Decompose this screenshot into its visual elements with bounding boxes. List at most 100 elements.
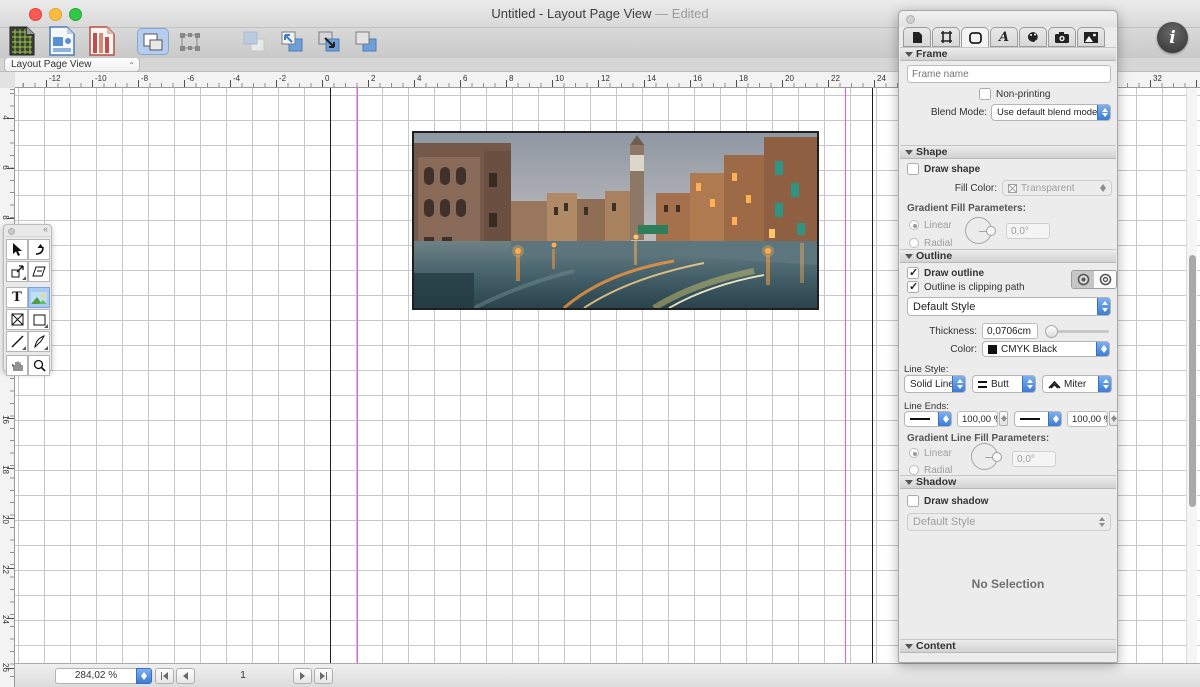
palette-collapse-button[interactable]: « — [43, 224, 48, 234]
line-style-dropdown[interactable]: Solid Line — [904, 375, 966, 393]
draw-shadow-checkbox[interactable] — [907, 495, 919, 507]
rectangle-tool[interactable] — [28, 309, 50, 330]
line-end-dropdown[interactable] — [1014, 411, 1062, 427]
bring-to-front-icon[interactable] — [276, 28, 308, 55]
gradient-radial-radio[interactable] — [909, 238, 919, 248]
gradient-angle-field[interactable]: 0,0° — [1006, 223, 1050, 239]
gradient-line-angle-dial[interactable] — [971, 443, 998, 470]
tagged-document-icon[interactable] — [88, 25, 116, 62]
image-tool[interactable] — [28, 287, 50, 308]
shear-tool[interactable] — [28, 261, 50, 282]
section-header-outline[interactable]: Outline — [900, 249, 1116, 263]
tool-palette[interactable]: « T — [3, 224, 52, 372]
pan-tool[interactable] — [6, 355, 28, 376]
placed-image-venice[interactable] — [412, 131, 819, 310]
tab-text[interactable]: A — [990, 27, 1018, 47]
h-ruler-label: -10 — [95, 74, 107, 83]
zoom-level-field[interactable]: 284,02 % — [55, 668, 137, 684]
shadow-section-title: Shadow — [916, 476, 956, 488]
section-header-content[interactable]: Content — [900, 639, 1116, 653]
gradient-line-angle-field[interactable]: 0,0° — [1012, 451, 1056, 467]
gradient-line-radial-radio[interactable] — [909, 465, 919, 475]
scale-tool[interactable] — [6, 261, 28, 282]
line-end-percent-field[interactable]: 100,00 % — [1067, 411, 1108, 427]
frame-tool[interactable] — [6, 309, 28, 330]
outline-style-dropdown[interactable]: Default Style — [907, 297, 1111, 316]
line-start-percent-stepper[interactable] — [999, 411, 1008, 426]
section-header-frame[interactable]: Frame — [900, 47, 1116, 61]
draw-shape-checkbox[interactable] — [907, 163, 919, 175]
edit-handles-button[interactable] — [174, 28, 206, 55]
text-tool[interactable]: T — [6, 287, 28, 308]
palette-titlebar[interactable]: « — [4, 225, 51, 237]
vertical-scrollbar[interactable] — [1186, 88, 1197, 663]
zoom-tool[interactable] — [28, 355, 50, 376]
tab-camera[interactable] — [1048, 27, 1076, 47]
h-ruler-label: 10 — [555, 74, 564, 83]
tab-shape[interactable] — [961, 27, 989, 48]
line-end-percent-stepper[interactable] — [1109, 411, 1118, 426]
vertical-scrollbar-thumb[interactable] — [1189, 255, 1196, 507]
inspector-titlebar[interactable] — [899, 11, 1117, 27]
margin-guide[interactable] — [357, 88, 358, 663]
inspector-close-button[interactable] — [906, 15, 915, 24]
venice-photo-art — [414, 133, 817, 308]
fill-color-dropdown[interactable]: Transparent — [1002, 180, 1112, 196]
arrange-step-back-icon[interactable] — [238, 28, 270, 55]
gradient-linear-radio[interactable] — [909, 220, 919, 230]
non-printing-checkbox[interactable] — [979, 88, 991, 100]
zoom-level-stepper[interactable] — [136, 668, 152, 684]
send-to-back-icon[interactable] — [313, 28, 345, 55]
palette-close-button[interactable] — [8, 228, 15, 235]
info-button[interactable]: i — [1157, 22, 1188, 53]
rotate-tool[interactable] — [28, 239, 50, 260]
bring-forward-icon[interactable] — [350, 28, 382, 55]
vertical-ruler[interactable]: 468161820222426 — [0, 88, 15, 687]
outline-outside-button[interactable] — [1094, 271, 1116, 288]
first-page-button[interactable] — [155, 668, 174, 684]
previous-page-button[interactable] — [176, 668, 195, 684]
bezier-tool[interactable] — [28, 331, 50, 352]
outline-color-dropdown[interactable]: CMYK Black — [982, 341, 1110, 357]
thickness-slider[interactable] — [1047, 330, 1109, 333]
draw-outline-checkbox[interactable] — [907, 267, 919, 279]
tab-frame[interactable] — [932, 27, 960, 47]
shadow-style-dropdown[interactable]: Default Style — [907, 513, 1111, 531]
line-start-percent-field[interactable]: 100,00 % — [957, 411, 998, 427]
line-join-dropdown[interactable]: Miter — [1042, 375, 1112, 393]
h-ruler-label: 18 — [739, 74, 748, 83]
section-header-shape[interactable]: Shape — [900, 145, 1116, 159]
margin-guide[interactable] — [845, 88, 846, 663]
draw-shape-label: Draw shape — [924, 164, 980, 175]
thickness-slider-thumb[interactable] — [1045, 325, 1058, 338]
gradient-line-linear-radio[interactable] — [909, 448, 919, 458]
gradient-angle-dial[interactable] — [965, 217, 992, 244]
v-ruler-label: 24 — [1, 612, 10, 627]
gradient-line-label: Gradient Line Fill Parameters: — [907, 433, 1049, 444]
tab-color[interactable] — [1019, 27, 1047, 47]
blend-mode-dropdown[interactable]: Use default blend mode — [991, 104, 1111, 121]
grid-document-icon[interactable] — [8, 25, 36, 62]
line-cap-dropdown[interactable]: Butt — [972, 375, 1036, 393]
last-page-button[interactable] — [314, 668, 333, 684]
edited-indicator: — Edited — [652, 6, 709, 21]
updown-chevrons-icon: ⌃ — [128, 59, 135, 72]
section-header-shadow[interactable]: Shadow — [900, 475, 1116, 489]
outline-position-segment[interactable] — [1071, 270, 1117, 289]
h-ruler-label: 4 — [417, 74, 421, 83]
inspector-panel[interactable]: A Frame Non-printing Blend Mode: Use def… — [898, 10, 1118, 663]
h-ruler-label: 20 — [785, 74, 794, 83]
outline-clipping-checkbox[interactable] — [907, 281, 919, 293]
frame-name-input[interactable] — [907, 65, 1111, 83]
select-tool[interactable] — [6, 239, 28, 260]
tab-picture[interactable] — [1077, 27, 1105, 47]
select-frames-button[interactable] — [137, 28, 169, 55]
line-tool[interactable] — [6, 331, 28, 352]
layout-document-icon[interactable] — [48, 25, 76, 62]
line-start-dropdown[interactable] — [904, 411, 952, 427]
outline-inside-button[interactable] — [1072, 271, 1094, 288]
tab-document[interactable] — [903, 27, 931, 47]
next-page-button[interactable] — [293, 668, 312, 684]
h-ruler-label: -6 — [187, 74, 194, 83]
thickness-field[interactable]: 0,0706cm — [982, 323, 1038, 339]
